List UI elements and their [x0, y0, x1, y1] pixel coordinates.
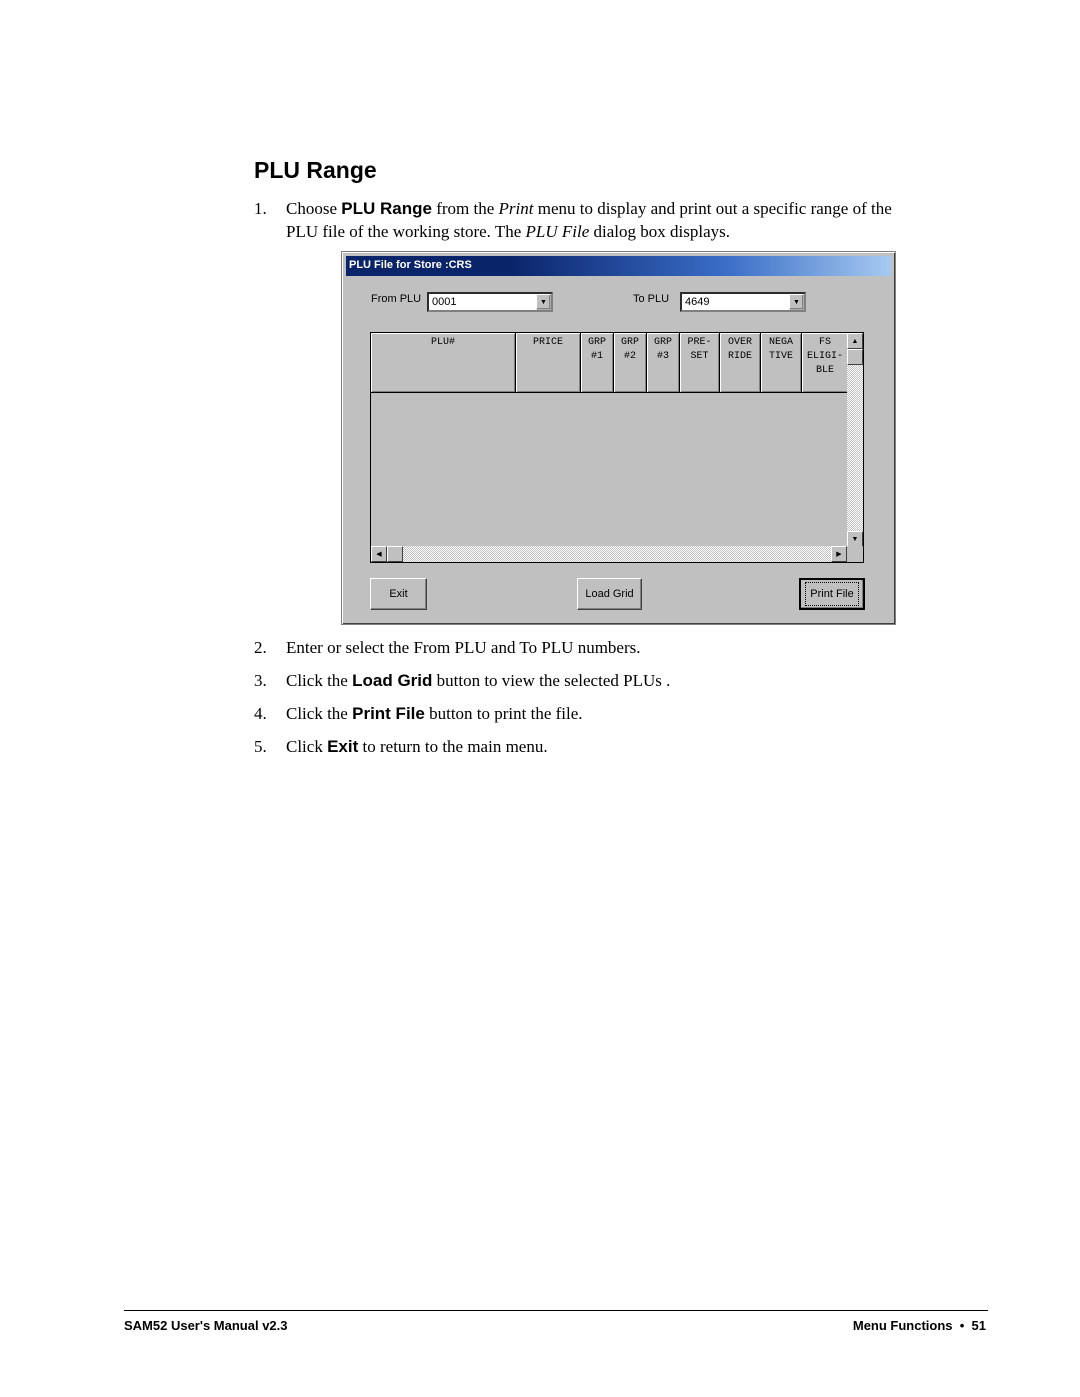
column-header-preset[interactable]: PRE- SET [680, 333, 720, 393]
load-grid-button[interactable]: Load Grid [577, 578, 642, 610]
vertical-scrollbar[interactable]: ▲ ▼ [847, 333, 863, 547]
column-header-negative[interactable]: NEGA TIVE [761, 333, 802, 393]
step-number: 2. [254, 638, 267, 657]
step-number: 5. [254, 737, 267, 756]
step-text: Enter or select the From PLU and To PLU … [286, 638, 641, 657]
horizontal-scrollbar[interactable]: ◀ ▶ [371, 546, 847, 562]
horizontal-scroll-thumb[interactable] [387, 546, 403, 562]
footer-divider [124, 1310, 988, 1311]
vertical-scroll-thumb[interactable] [847, 349, 863, 365]
plu-grid[interactable]: PLU# PRICE GRP #1 GRP #2 GRP #3 PRE- SET… [370, 332, 864, 563]
section-heading: PLU Range [254, 157, 377, 183]
print-file-label: Print File [805, 582, 859, 606]
from-plu-combo[interactable]: 0001 ▼ [427, 292, 553, 312]
to-plu-label: To PLU [633, 293, 670, 305]
step-number: 1. [254, 199, 267, 218]
column-header-price[interactable]: PRICE [516, 333, 581, 393]
print-file-button[interactable]: Print File [799, 578, 865, 610]
step-number: 3. [254, 671, 267, 690]
dialog-titlebar[interactable]: PLU File for Store :CRS [346, 256, 891, 276]
to-plu-combo[interactable]: 4649 ▼ [680, 292, 806, 312]
column-header-grp1[interactable]: GRP #1 [581, 333, 614, 393]
scroll-left-icon[interactable]: ◀ [371, 546, 387, 562]
column-header-grp3[interactable]: GRP #3 [647, 333, 680, 393]
scrollbar-corner [847, 546, 863, 562]
scroll-up-icon[interactable]: ▲ [847, 333, 863, 349]
dropdown-arrow-icon[interactable]: ▼ [789, 294, 804, 310]
column-header-override[interactable]: OVER RIDE [720, 333, 761, 393]
step-text-continued: PLU file of the working store. The PLU F… [286, 222, 730, 241]
step-text: Choose PLU Range from the Print menu to … [286, 199, 892, 218]
from-plu-label: From PLU [371, 293, 422, 305]
step-text: Click the Load Grid button to view the s… [286, 671, 671, 690]
scroll-right-icon[interactable]: ▶ [831, 546, 847, 562]
plu-file-dialog: PLU File for Store :CRS From PLU 0001 ▼ … [341, 251, 896, 625]
column-header-grp2[interactable]: GRP #2 [614, 333, 647, 393]
to-plu-value: 4649 [685, 296, 710, 308]
scroll-down-icon[interactable]: ▼ [847, 531, 863, 547]
dialog-title: PLU File for Store :CRS [349, 259, 472, 271]
column-header-plu[interactable]: PLU# [371, 333, 516, 393]
step-number: 4. [254, 704, 267, 723]
dropdown-arrow-icon[interactable]: ▼ [536, 294, 551, 310]
footer-page-info: Menu Functions • 51 [852, 1318, 986, 1333]
column-header-fs-eligible[interactable]: FS ELIGI- BLE [802, 333, 849, 393]
step-text: Click the Print File button to print the… [286, 704, 583, 723]
footer-manual-title: SAM52 User's Manual v2.3 [124, 1318, 288, 1333]
step-text: Click Exit to return to the main menu. [286, 737, 548, 756]
from-plu-value: 0001 [432, 296, 457, 308]
exit-button[interactable]: Exit [370, 578, 427, 610]
